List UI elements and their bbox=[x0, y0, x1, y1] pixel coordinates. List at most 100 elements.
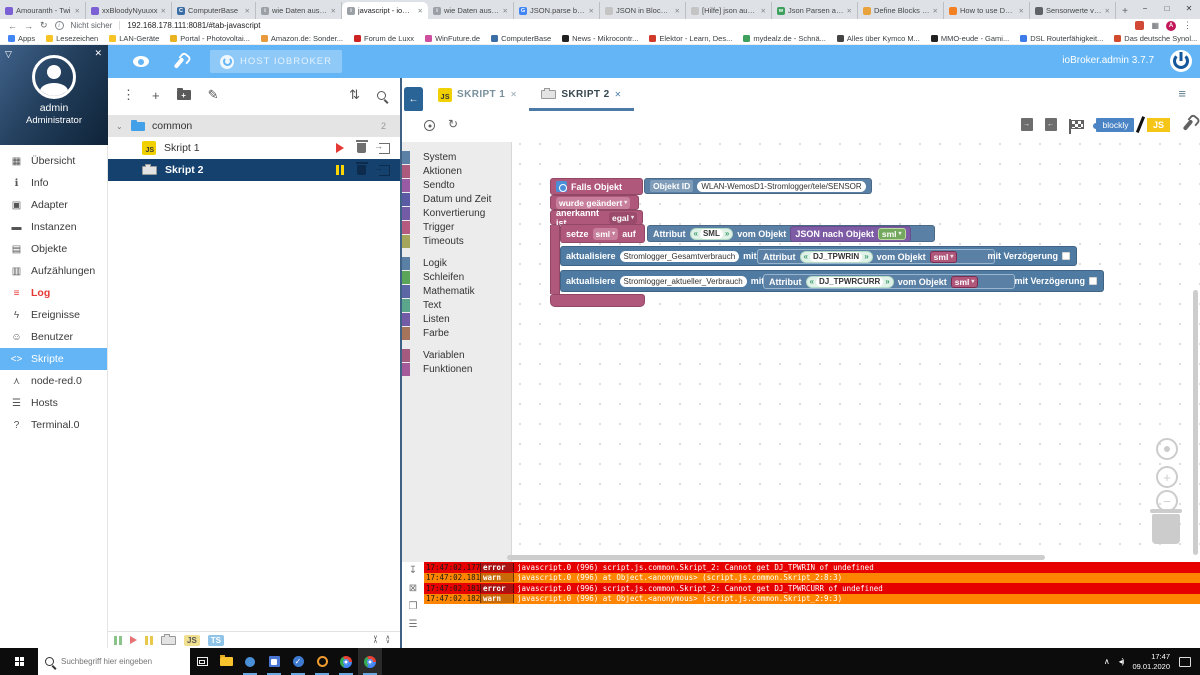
vertical-scrollbar[interactable] bbox=[1193, 290, 1198, 555]
horizontal-scrollbar[interactable] bbox=[507, 555, 1045, 560]
browser-tab[interactable]: [Hilfe] json auswerten ✕ bbox=[686, 2, 772, 19]
chrome-active-icon[interactable] bbox=[358, 648, 382, 675]
zoom-in-button[interactable]: + bbox=[1156, 466, 1178, 488]
blockly-view-toggle[interactable]: blockly bbox=[1092, 117, 1135, 132]
block-attribut-sml[interactable]: Attribut «SML» vom Objekt JSON nach Obje… bbox=[647, 225, 935, 242]
window-minimize-button[interactable]: − bbox=[1134, 0, 1156, 19]
app-icon-1[interactable] bbox=[238, 648, 262, 675]
browser-tab[interactable]: Amouranth - Twi ✕ bbox=[0, 2, 86, 19]
log-download-icon[interactable]: ↧ bbox=[409, 565, 417, 576]
bookmark-item[interactable]: LAN-Geräte bbox=[109, 34, 159, 43]
block-attribut-tpwrcurr[interactable]: Attribut «DJ_TPWRCURR» vom Objekt sml ▾ bbox=[763, 274, 1015, 289]
user-card-close-icon[interactable]: ✕ bbox=[94, 48, 102, 59]
profile-avatar[interactable]: A bbox=[1166, 20, 1176, 31]
sidebar-item[interactable]: ? Terminal.0 bbox=[0, 414, 107, 436]
sidebar-item[interactable]: ▤ Objekte bbox=[0, 238, 107, 260]
bookmark-item[interactable]: mydealz.de - Schnä... bbox=[743, 34, 826, 43]
text-field[interactable]: «SML» bbox=[689, 227, 734, 240]
sidebar-item[interactable]: ▥ Aufzählungen bbox=[0, 260, 107, 282]
toolbox-category[interactable]: Funktionen bbox=[402, 362, 511, 376]
tab-close-icon[interactable]: ✕ bbox=[503, 7, 508, 15]
sidebar-item[interactable]: ℹ Info bbox=[0, 172, 107, 194]
check-blocks-flag-icon[interactable] bbox=[1069, 119, 1084, 134]
taskbar-clock[interactable]: 17:47 09.01.2020 bbox=[1132, 652, 1170, 671]
blockly-settings-icon[interactable] bbox=[1182, 118, 1194, 131]
block-aktualisiere-2[interactable]: aktualisiere Stromlogger_aktueller_Verbr… bbox=[560, 270, 1104, 292]
bookmark-item[interactable]: Alles über Kymco M... bbox=[836, 34, 920, 43]
toolbox-category[interactable]: Schleifen bbox=[402, 270, 511, 284]
toolbox-category[interactable]: Aktionen bbox=[402, 164, 511, 178]
tray-expand-icon[interactable]: ∧ bbox=[1104, 657, 1110, 666]
bookmark-item[interactable]: DSL Routerfähigkeit... bbox=[1020, 34, 1103, 43]
text-field[interactable]: «DJ_TPWRIN» bbox=[799, 250, 873, 263]
toolbox-category[interactable]: Listen bbox=[402, 312, 511, 326]
export-blocks-icon[interactable]: → bbox=[1020, 118, 1033, 131]
toolbox-category[interactable]: System bbox=[402, 150, 511, 164]
reload-button[interactable]: ↻ bbox=[40, 20, 48, 31]
variable-dropdown[interactable]: sml ▾ bbox=[592, 227, 619, 240]
back-button[interactable]: ← bbox=[8, 21, 17, 31]
sidebar-item[interactable]: ≡ Log bbox=[0, 282, 107, 304]
toolbox-category[interactable]: Trigger bbox=[402, 220, 511, 234]
toolbox-category[interactable]: Text bbox=[402, 298, 511, 312]
tab-close-icon[interactable]: ✕ bbox=[331, 7, 336, 15]
sort-button[interactable]: ⇅ bbox=[349, 87, 360, 103]
expand-toggle-icon[interactable]: ∧ ∨ bbox=[386, 635, 390, 645]
window-maximize-button[interactable]: □ bbox=[1156, 0, 1178, 19]
bookmark-item[interactable]: Portal - Photovoltai... bbox=[170, 34, 250, 43]
ack-dropdown[interactable]: egal ▾ bbox=[608, 211, 637, 224]
editor-menu-icon[interactable]: ≡ bbox=[1178, 86, 1186, 101]
tab-close-icon[interactable]: ✕ bbox=[418, 7, 423, 15]
search-scripts-icon[interactable] bbox=[377, 90, 386, 100]
app-icon-2[interactable] bbox=[262, 648, 286, 675]
bookmark-item[interactable]: Forum de Luxx bbox=[354, 34, 414, 43]
sidebar-item[interactable]: ⋏ node-red.0 bbox=[0, 370, 107, 392]
log-list-icon[interactable]: ☰ bbox=[409, 619, 418, 630]
block-falls-foot[interactable] bbox=[550, 294, 645, 307]
bookmark-item[interactable]: Lesezeichen bbox=[46, 34, 98, 43]
sidebar-item[interactable]: ϟ Ereignisse bbox=[0, 304, 107, 326]
edit-script-button[interactable]: ✎ bbox=[208, 87, 219, 103]
blockly-workspace[interactable]: System Aktionen Sendto Datum und Zeit Ko… bbox=[402, 142, 1200, 562]
browser-tab[interactable]: i wie Daten aus Objekt ✕ bbox=[428, 2, 514, 19]
browser-tab[interactable]: JSON in Blockly parse ✕ bbox=[600, 2, 686, 19]
tab-close-icon[interactable]: ✕ bbox=[1019, 7, 1024, 15]
notification-center-icon[interactable] bbox=[1179, 656, 1191, 667]
script-row-skript1[interactable]: JS Skript 1 bbox=[108, 137, 400, 159]
center-workspace-icon[interactable] bbox=[424, 120, 435, 131]
block-objekt-id[interactable]: Objekt ID WLAN-WemosD1-Stromlogger/tele/… bbox=[644, 178, 872, 194]
blockly-canvas[interactable]: Falls Objekt Objekt ID WLAN-WemosD1-Stro… bbox=[512, 142, 1200, 562]
sidebar-item[interactable]: ☺ Benutzer bbox=[0, 326, 107, 348]
tab-close-icon[interactable]: ✕ bbox=[161, 7, 166, 15]
extension-icon[interactable] bbox=[1135, 21, 1145, 30]
add-script-button[interactable]: + bbox=[152, 88, 160, 103]
workspace-trash-icon[interactable] bbox=[1150, 509, 1182, 544]
collapse-toggle-icon[interactable]: ∨ ∧ bbox=[373, 635, 377, 645]
tab-close-icon[interactable]: ✕ bbox=[1105, 7, 1110, 15]
sidebar-item[interactable]: ▬ Instanzen bbox=[0, 216, 107, 238]
log-row[interactable]: 17:47:02.181 warn javascript.0 (996) at … bbox=[424, 572, 1200, 583]
browser-tab[interactable]: w Json Parsen am lieb ✕ bbox=[772, 2, 858, 19]
target-object-field[interactable]: Stromlogger_aktueller_Verbrauch bbox=[619, 275, 747, 287]
play-all-icon[interactable] bbox=[130, 636, 137, 644]
toolbox-category[interactable]: Sendto bbox=[402, 178, 511, 192]
file-explorer-button[interactable] bbox=[214, 648, 238, 675]
play-script-button[interactable] bbox=[336, 143, 344, 153]
pause-all-icon[interactable] bbox=[145, 635, 153, 645]
bookmark-item[interactable]: News - Mikrocontr... bbox=[562, 34, 638, 43]
block-gear-icon[interactable] bbox=[556, 181, 567, 192]
bookmark-item[interactable]: Elektor - Learn, Des... bbox=[649, 34, 732, 43]
variable-chip-sml[interactable]: sml ▾ bbox=[950, 275, 979, 288]
tab-close-icon[interactable]: ✕ bbox=[933, 7, 938, 15]
sidebar-item[interactable]: <> Skripte bbox=[0, 348, 107, 370]
tab-close-icon[interactable]: ✕ bbox=[761, 7, 766, 15]
view-eye-icon[interactable] bbox=[133, 56, 149, 67]
bookmark-item[interactable]: Das deutsche Synol... bbox=[1114, 34, 1197, 43]
resume-all-icon[interactable] bbox=[114, 635, 122, 645]
toolbox-category[interactable]: Timeouts bbox=[402, 234, 511, 248]
forward-button[interactable]: → bbox=[24, 21, 33, 31]
refresh-icon[interactable]: ↻ bbox=[448, 117, 458, 131]
app-check-icon[interactable]: ✓ bbox=[286, 648, 310, 675]
volume-icon[interactable]: ◂) bbox=[1119, 657, 1125, 666]
scripts-menu-icon[interactable]: ⋮ bbox=[122, 87, 135, 103]
